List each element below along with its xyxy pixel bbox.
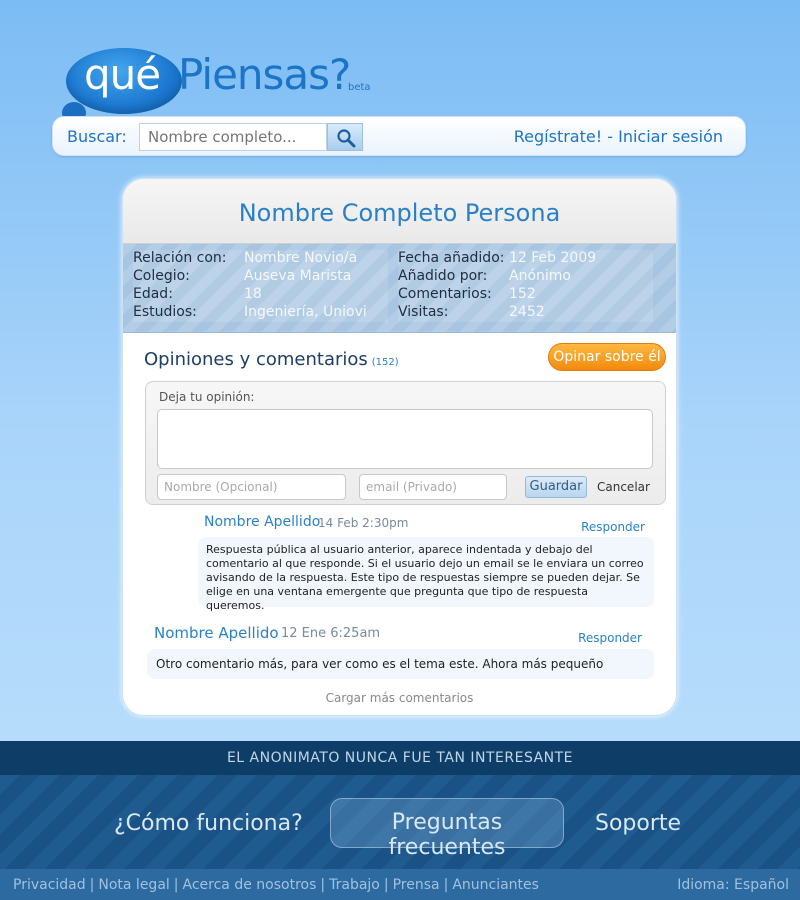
footer-links: Privacidad | Nota legal | Acerca de nosotros…	[13, 877, 539, 893]
reply-link[interactable]: Responder	[581, 520, 645, 534]
save-button[interactable]: Guardar	[525, 476, 587, 498]
profile-header: Nombre Completo Persona	[123, 179, 676, 244]
language-selector[interactable]: Idioma: Español	[677, 877, 789, 893]
site-logo[interactable]: qué Piensas? beta	[62, 44, 382, 124]
info-row: Relación con: Nombre Novio/a	[133, 250, 388, 268]
logo-piensas-text: Piensas?	[178, 50, 351, 99]
person-name: Nombre Completo Persona	[238, 199, 561, 227]
footer-faq-link[interactable]: Preguntas frecuentes	[330, 798, 564, 860]
email-field[interactable]: email (Privado)	[359, 474, 507, 500]
comment-body: Respuesta pública al usuario anterior, a…	[198, 537, 654, 612]
info-value: 12 Feb 2009	[509, 250, 597, 266]
link-separator: |	[383, 877, 389, 893]
footer-support-link[interactable]: Soporte	[595, 811, 681, 836]
search-icon	[337, 129, 356, 148]
logo-beta-label: beta	[348, 82, 371, 93]
footer-tagline: EL ANONIMATO NUNCA FUE TAN INTERESANTE	[0, 741, 800, 775]
comments-title: Opiniones y comentarios	[144, 349, 368, 370]
comments-section-title: Opiniones y comentarios (152)	[144, 349, 399, 370]
info-row: Estudios: Ingeniería, Uniovi	[133, 304, 388, 322]
advertisers-link[interactable]: Anunciantes	[452, 877, 539, 893]
comment-author[interactable]: Nombre Apellido	[204, 514, 320, 530]
info-key: Añadido por:	[398, 268, 488, 284]
cancel-link[interactable]: Cancelar	[597, 480, 650, 494]
footer-how-it-works-link[interactable]: ¿Cómo funciona?	[114, 811, 303, 836]
info-row: Comentarios: 152	[398, 286, 653, 304]
login-link[interactable]: Iniciar sesión	[618, 127, 723, 146]
opinion-form: Deja tu opinión: Nombre (Opcional) email…	[145, 381, 666, 505]
info-value: Anónimo	[509, 268, 571, 284]
comment-time: 12 Ene 6:25am	[281, 626, 381, 641]
top-search-bar: Buscar: Regístrate! - Iniciar sesión	[52, 116, 746, 156]
about-link[interactable]: Acerca de nosotros	[183, 877, 317, 893]
profile-info-band: Relación con: Nombre Novio/a Colegio: Ause…	[123, 244, 676, 333]
opinar-button[interactable]: Opinar sobre él	[548, 343, 666, 371]
opinion-textarea[interactable]	[157, 409, 653, 469]
logo-que-text: qué	[84, 50, 161, 99]
search-input[interactable]	[139, 123, 327, 151]
register-link[interactable]: Regístrate!	[514, 127, 602, 146]
info-value: 18	[244, 286, 262, 302]
comments-count: (152)	[371, 357, 399, 368]
auth-links: Regístrate! - Iniciar sesión	[514, 127, 723, 146]
info-key: Colegio:	[133, 268, 190, 284]
name-field[interactable]: Nombre (Opcional)	[157, 474, 346, 500]
press-link[interactable]: Prensa	[393, 877, 440, 893]
load-more-comments-link[interactable]: Cargar más comentarios	[123, 691, 676, 705]
info-key: Comentarios:	[398, 286, 492, 302]
info-value: Nombre Novio/a	[244, 250, 358, 266]
info-row: Añadido por: Anónimo	[398, 268, 653, 286]
info-row: Edad: 18	[133, 286, 388, 304]
jobs-link[interactable]: Trabajo	[329, 877, 380, 893]
link-separator: |	[89, 877, 95, 893]
footer-bottom-bar: Privacidad | Nota legal | Acerca de nosotros…	[0, 869, 800, 900]
search-label: Buscar:	[67, 127, 127, 146]
info-value: 152	[509, 286, 536, 302]
reply-link[interactable]: Responder	[578, 631, 642, 645]
info-value: 2452	[509, 304, 545, 320]
info-row: Fecha añadido: 12 Feb 2009	[398, 250, 653, 268]
privacy-link[interactable]: Privacidad	[13, 877, 86, 893]
info-key: Edad:	[133, 286, 173, 302]
link-separator: |	[320, 877, 326, 893]
link-separator: |	[443, 877, 449, 893]
info-value: Ingeniería, Uniovi	[244, 304, 367, 320]
link-separator: |	[173, 877, 179, 893]
info-value: Auseva Marista	[244, 268, 352, 284]
auth-separator: -	[602, 127, 619, 146]
info-key: Fecha añadido:	[398, 250, 505, 266]
info-key: Estudios:	[133, 304, 197, 320]
info-row: Visitas: 2452	[398, 304, 653, 322]
comment-body: Otro comentario más, para ver como es el…	[147, 649, 654, 679]
comment-author[interactable]: Nombre Apellido	[154, 624, 279, 642]
legal-link[interactable]: Nota legal	[98, 877, 169, 893]
search-button[interactable]	[327, 123, 363, 151]
info-key: Relación con:	[133, 250, 227, 266]
info-row: Colegio: Auseva Marista	[133, 268, 388, 286]
profile-info-left: Relación con: Nombre Novio/a Colegio: Ause…	[133, 250, 388, 322]
footer-nav: ¿Cómo funciona? Preguntas frecuentes Sop…	[0, 775, 800, 869]
profile-card: Nombre Completo Persona Relación con: Nom…	[122, 178, 677, 716]
comment-time: 14 Feb 2:30pm	[318, 516, 409, 530]
info-key: Visitas:	[398, 304, 449, 320]
opinion-form-label: Deja tu opinión:	[159, 390, 255, 404]
profile-info-right: Fecha añadido: 12 Feb 2009 Añadido por: An…	[398, 250, 653, 322]
